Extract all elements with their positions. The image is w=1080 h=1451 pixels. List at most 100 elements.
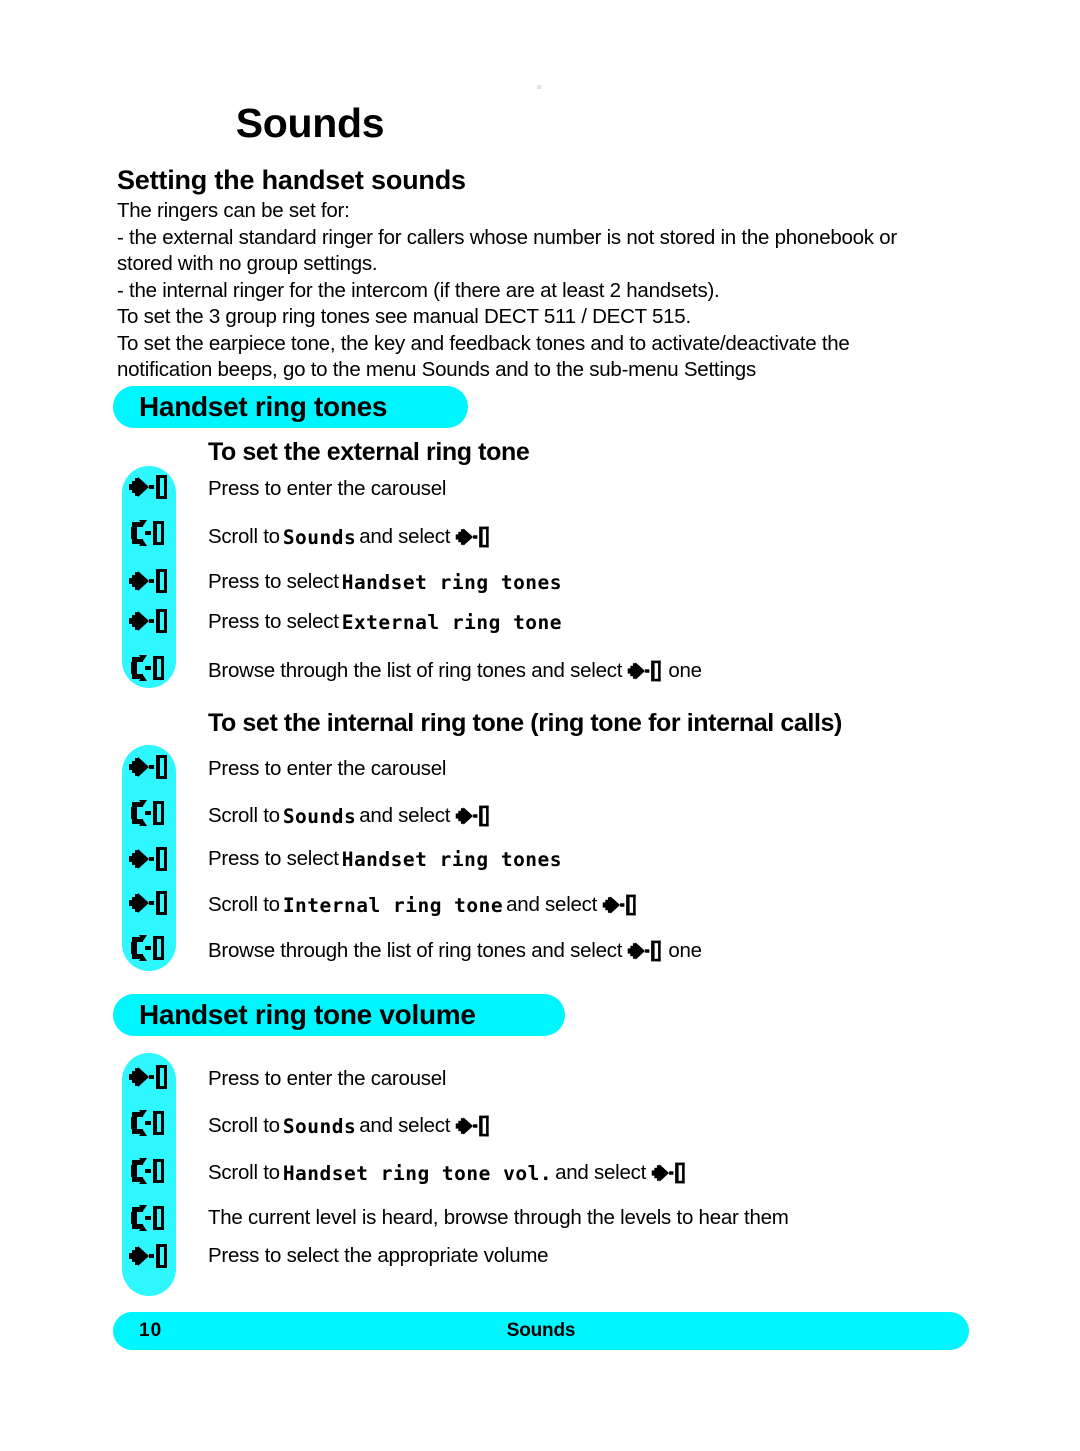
select-icon-glyph <box>651 1162 685 1184</box>
footer-page-number: 10 <box>139 1320 163 1341</box>
step-row: Press to select the appropriate volume <box>208 1244 549 1268</box>
scroll-icon-glyph <box>131 1205 164 1231</box>
page-footer: 10 Sounds <box>113 1312 969 1350</box>
select-icon-glyph <box>455 526 489 548</box>
intro-line-3: - the internal ringer for the intercom (… <box>117 278 720 302</box>
step-text: Scroll to <box>208 1161 280 1184</box>
menu-label: External ring tone <box>341 610 563 634</box>
step-text: Scroll to <box>208 804 280 827</box>
select-icon-glyph <box>129 609 167 633</box>
section-title: Setting the handset sounds <box>117 165 466 195</box>
step-text: Press to select <box>208 847 339 870</box>
step-text: Browse through the list of ring tones an… <box>208 659 623 682</box>
banner-handset-ring-tone-volume: Handset ring tone volume <box>113 994 565 1036</box>
step-row: Press to select Handset ring tones <box>208 570 565 594</box>
step-text: Browse through the list of ring tones an… <box>208 939 623 962</box>
rail-select-icon <box>122 472 176 502</box>
step-text: one <box>668 659 702 682</box>
inline-select-icon <box>646 1160 692 1186</box>
heading-external-ring-tone: To set the external ring tone <box>208 438 530 466</box>
step-text: and select <box>555 1161 647 1184</box>
scroll-icon-glyph <box>131 800 164 826</box>
intro-paragraph: The ringers can be set for: - the extern… <box>117 198 937 384</box>
step-row: Browse through the list of ring tones an… <box>208 938 702 964</box>
menu-label: Sounds <box>282 525 357 549</box>
select-icon-glyph <box>627 940 661 962</box>
select-icon-glyph <box>455 805 489 827</box>
step-text: and select <box>506 893 598 916</box>
scroll-icon-glyph <box>131 1158 164 1184</box>
rail-select-icon <box>122 566 176 596</box>
intro-line-2: - the external standard ringer for calle… <box>117 225 897 276</box>
page-title: Sounds <box>235 100 385 146</box>
step-row: Press to enter the carousel <box>208 477 447 501</box>
step-text: Scroll to <box>208 893 280 916</box>
step-text: Press to enter the carousel <box>208 477 447 500</box>
step-row: Scroll to Internal ring tone and select <box>208 892 643 918</box>
step-row: Scroll to Handset ring tone vol. and sel… <box>208 1160 692 1186</box>
select-icon-glyph <box>129 1065 167 1089</box>
menu-label: Sounds <box>282 1114 357 1138</box>
step-text: Press to select the appropriate volume <box>208 1244 549 1267</box>
rail-select-icon <box>122 1241 176 1271</box>
manual-page: Sounds Setting the handset sounds The ri… <box>0 0 1080 1451</box>
step-text: Press to select <box>208 570 339 593</box>
rail-select-icon <box>122 1062 176 1092</box>
select-icon-glyph <box>129 755 167 779</box>
step-text: Press to enter the carousel <box>208 1067 447 1090</box>
banner-handset-ring-tones: Handset ring tones <box>113 386 468 428</box>
footer-section-name: Sounds <box>506 1320 576 1341</box>
intro-line-1: The ringers can be set for: <box>117 199 350 222</box>
step-text: Scroll to <box>208 1114 280 1137</box>
step-row: The current level is heard, browse throu… <box>208 1206 789 1230</box>
rail-select-icon <box>122 844 176 874</box>
step-text: and select <box>359 525 451 548</box>
rail-scroll-icon <box>122 933 176 963</box>
step-text: Scroll to <box>208 525 280 548</box>
inline-select-icon <box>622 938 668 964</box>
intro-line-4: To set the 3 group ring tones see manual… <box>117 305 691 328</box>
select-icon-glyph <box>602 894 636 916</box>
scroll-icon-glyph <box>131 520 164 546</box>
step-row: Press to select Handset ring tones <box>208 847 565 871</box>
rail-scroll-icon <box>122 798 176 828</box>
inline-select-icon <box>450 1113 496 1139</box>
step-text: and select <box>359 804 451 827</box>
inline-select-icon <box>450 803 496 829</box>
step-row: Press to enter the carousel <box>208 757 447 781</box>
step-text: Press to enter the carousel <box>208 757 447 780</box>
menu-label: Internal ring tone <box>282 893 504 917</box>
intro-line-5: To set the earpiece tone, the key and fe… <box>117 331 850 382</box>
rail-scroll-icon <box>122 653 176 683</box>
scroll-icon-glyph <box>131 1110 164 1136</box>
menu-label: Handset ring tones <box>341 570 563 594</box>
rail-scroll-icon <box>122 1156 176 1186</box>
banner-label: Handset ring tone volume <box>139 999 476 1030</box>
rail-select-icon <box>122 888 176 918</box>
select-icon-glyph <box>129 475 167 499</box>
scroll-icon-glyph <box>131 655 164 681</box>
select-icon-glyph <box>129 847 167 871</box>
menu-label: Handset ring tones <box>341 847 563 871</box>
menu-label: Handset ring tone vol. <box>282 1161 553 1185</box>
banner-label: Handset ring tones <box>139 391 388 422</box>
select-icon-glyph <box>129 891 167 915</box>
rail-scroll-icon <box>122 1203 176 1233</box>
step-row: Press to enter the carousel <box>208 1067 447 1091</box>
menu-label: Sounds <box>282 804 357 828</box>
scroll-icon-glyph <box>131 935 164 961</box>
step-row: Browse through the list of ring tones an… <box>208 658 702 684</box>
rail-select-icon <box>122 606 176 636</box>
step-row: Scroll to Sounds and select <box>208 803 496 829</box>
step-text: Press to select <box>208 610 339 633</box>
inline-select-icon <box>450 524 496 550</box>
select-icon-glyph <box>627 660 661 682</box>
inline-select-icon <box>597 892 643 918</box>
select-icon-glyph <box>455 1115 489 1137</box>
rail-select-icon <box>122 752 176 782</box>
rail-scroll-icon <box>122 518 176 548</box>
inline-select-icon <box>622 658 668 684</box>
step-row: Scroll to Sounds and select <box>208 524 496 550</box>
scan-artifact <box>537 85 541 89</box>
step-row: Scroll to Sounds and select <box>208 1113 496 1139</box>
